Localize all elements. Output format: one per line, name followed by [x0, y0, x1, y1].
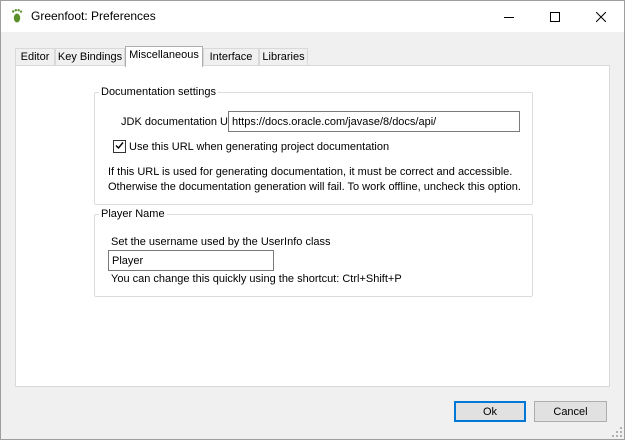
ok-button[interactable]: Ok — [454, 401, 526, 422]
title-bar[interactable]: Greenfoot: Preferences — [1, 1, 624, 32]
resize-grip-icon[interactable] — [612, 427, 622, 437]
documentation-settings-group: Documentation settings JDK documentation… — [94, 85, 533, 205]
window-title: Greenfoot: Preferences — [31, 9, 156, 23]
use-url-label: Use this URL when generating project doc… — [129, 141, 390, 153]
tab-editor[interactable]: Editor — [15, 48, 55, 66]
close-button[interactable] — [578, 1, 624, 32]
minimize-button[interactable] — [486, 1, 532, 32]
maximize-button[interactable] — [532, 1, 578, 32]
close-icon — [596, 11, 606, 22]
username-label: Set the username used by the UserInfo cl… — [111, 236, 331, 248]
documentation-help-line-2: Otherwise the documentation generation w… — [108, 181, 521, 193]
player-name-title: Player Name — [99, 207, 167, 221]
jdk-url-label: JDK documentation URL — [121, 116, 243, 128]
preferences-window: Greenfoot: Preferences Editor Key Bindin… — [0, 0, 625, 440]
checkmark-icon — [115, 141, 124, 153]
player-name-group: Player Name Set the username used by the… — [94, 207, 533, 297]
documentation-help-line-1: If this URL is used for generating docum… — [108, 166, 513, 178]
username-input[interactable] — [108, 250, 274, 271]
use-url-checkbox[interactable] — [113, 140, 126, 153]
jdk-url-input[interactable] — [228, 111, 520, 132]
tab-key-bindings[interactable]: Key Bindings — [55, 48, 125, 66]
tab-libraries[interactable]: Libraries — [259, 48, 308, 66]
maximize-icon — [550, 11, 560, 22]
miscellaneous-panel: Documentation settings JDK documentation… — [15, 65, 610, 387]
tab-interface[interactable]: Interface — [203, 48, 259, 66]
shortcut-hint: You can change this quickly using the sh… — [111, 273, 402, 285]
minimize-icon — [504, 12, 514, 22]
greenfoot-footprint-icon — [9, 8, 25, 24]
documentation-settings-title: Documentation settings — [99, 85, 218, 99]
tab-miscellaneous[interactable]: Miscellaneous — [125, 46, 203, 67]
cancel-button[interactable]: Cancel — [534, 401, 607, 422]
